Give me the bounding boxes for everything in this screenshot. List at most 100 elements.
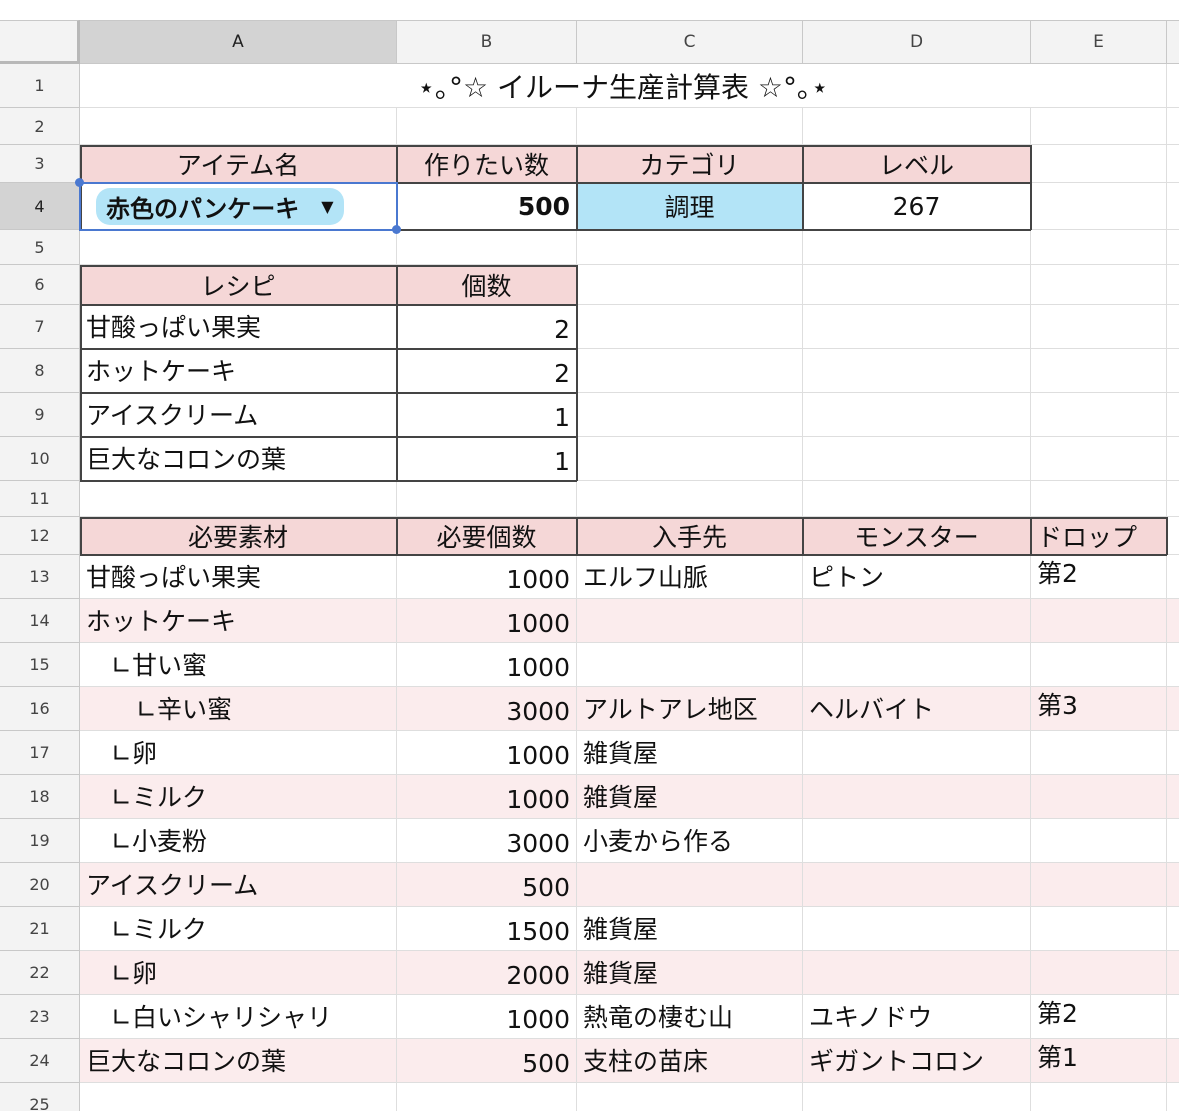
- empty-cell[interactable]: [1031, 145, 1167, 183]
- recipe-count[interactable]: 1: [397, 393, 577, 437]
- empty-cell[interactable]: [1167, 687, 1179, 731]
- column-header-e[interactable]: E: [1031, 20, 1167, 64]
- material-name[interactable]: ∟甘い蜜: [80, 643, 397, 687]
- material-drop[interactable]: [1031, 951, 1167, 995]
- header-quantity[interactable]: 作りたい数: [397, 145, 577, 183]
- empty-cell[interactable]: [577, 349, 803, 393]
- empty-cell[interactable]: [1167, 265, 1179, 305]
- empty-cell[interactable]: [1031, 1083, 1167, 1111]
- level-value[interactable]: 267: [803, 183, 1031, 230]
- material-drop[interactable]: [1031, 775, 1167, 819]
- material-monster[interactable]: [803, 775, 1031, 819]
- material-monster[interactable]: [803, 731, 1031, 775]
- material-source[interactable]: [577, 599, 803, 643]
- row-header-20[interactable]: 20: [0, 863, 80, 907]
- material-source[interactable]: アルトアレ地区: [577, 687, 803, 731]
- empty-cell[interactable]: [1167, 775, 1179, 819]
- empty-cell[interactable]: [1031, 393, 1167, 437]
- empty-cell[interactable]: [80, 108, 397, 145]
- column-header-d[interactable]: D: [803, 20, 1031, 64]
- empty-cell[interactable]: [397, 481, 577, 517]
- material-name[interactable]: ∟卵: [80, 951, 397, 995]
- material-monster[interactable]: ギガントコロン: [803, 1039, 1031, 1083]
- empty-cell[interactable]: [1167, 819, 1179, 863]
- empty-cell[interactable]: [803, 481, 1031, 517]
- empty-cell[interactable]: [803, 265, 1031, 305]
- row-header-19[interactable]: 19: [0, 819, 80, 863]
- material-source[interactable]: 雑貨屋: [577, 775, 803, 819]
- empty-cell[interactable]: [803, 437, 1031, 481]
- empty-cell[interactable]: [1167, 995, 1179, 1039]
- row-header-18[interactable]: 18: [0, 775, 80, 819]
- empty-cell[interactable]: [803, 1083, 1031, 1111]
- empty-cell[interactable]: [577, 1083, 803, 1111]
- empty-cell[interactable]: [1167, 907, 1179, 951]
- row-header-22[interactable]: 22: [0, 951, 80, 995]
- target-quantity[interactable]: 500: [397, 183, 577, 230]
- material-drop[interactable]: [1031, 643, 1167, 687]
- material-source[interactable]: [577, 643, 803, 687]
- spreadsheet-grid[interactable]: A B C D E 1 2 3 4 5 6 7 8 9 10 11 12 13 14 15 16 17 18 19 20 21 22…: [0, 20, 1179, 1111]
- header-count[interactable]: 個数: [397, 265, 577, 305]
- material-drop[interactable]: [1031, 819, 1167, 863]
- row-header-2[interactable]: 2: [0, 108, 80, 145]
- material-monster[interactable]: [803, 951, 1031, 995]
- selection-handle-bottom-right[interactable]: [392, 225, 401, 234]
- material-qty[interactable]: 1000: [397, 995, 577, 1039]
- header-source[interactable]: 入手先: [577, 517, 803, 555]
- empty-cell[interactable]: [397, 108, 577, 145]
- empty-cell[interactable]: [397, 230, 577, 265]
- material-qty[interactable]: 1000: [397, 599, 577, 643]
- material-drop[interactable]: [1031, 731, 1167, 775]
- row-header-3[interactable]: 3: [0, 145, 80, 183]
- material-source[interactable]: 雑貨屋: [577, 907, 803, 951]
- row-header-23[interactable]: 23: [0, 995, 80, 1039]
- selection-handle-top-left[interactable]: [75, 178, 84, 187]
- empty-cell[interactable]: [1167, 863, 1179, 907]
- empty-cell[interactable]: [577, 481, 803, 517]
- empty-cell[interactable]: [1031, 305, 1167, 349]
- empty-cell[interactable]: [803, 108, 1031, 145]
- empty-cell[interactable]: [803, 305, 1031, 349]
- material-qty[interactable]: 1000: [397, 775, 577, 819]
- empty-cell[interactable]: [1167, 555, 1179, 599]
- row-header-9[interactable]: 9: [0, 393, 80, 437]
- select-all-corner[interactable]: [0, 20, 80, 64]
- material-monster[interactable]: [803, 819, 1031, 863]
- empty-cell[interactable]: [577, 305, 803, 349]
- recipe-count[interactable]: 2: [397, 305, 577, 349]
- material-qty[interactable]: 500: [397, 1039, 577, 1083]
- material-monster[interactable]: [803, 907, 1031, 951]
- material-name[interactable]: アイスクリーム: [80, 863, 397, 907]
- material-name[interactable]: ∟ミルク: [80, 775, 397, 819]
- empty-cell[interactable]: [80, 1083, 397, 1111]
- row-header-6[interactable]: 6: [0, 265, 80, 305]
- material-source[interactable]: エルフ山脈: [577, 555, 803, 599]
- empty-cell[interactable]: [1167, 349, 1179, 393]
- row-header-5[interactable]: 5: [0, 230, 80, 265]
- empty-cell[interactable]: [1031, 183, 1167, 230]
- row-header-13[interactable]: 13: [0, 555, 80, 599]
- row-header-21[interactable]: 21: [0, 907, 80, 951]
- row-header-25[interactable]: 25: [0, 1083, 80, 1111]
- recipe-name[interactable]: 甘酸っぱい果実: [80, 305, 397, 349]
- material-qty[interactable]: 500: [397, 863, 577, 907]
- material-drop[interactable]: [1031, 599, 1167, 643]
- sheet-title[interactable]: ⋆｡°☆ イルーナ生産計算表 ☆°｡⋆: [80, 64, 1167, 108]
- material-monster[interactable]: [803, 643, 1031, 687]
- empty-cell[interactable]: [1167, 393, 1179, 437]
- header-item-name[interactable]: アイテム名: [80, 145, 397, 183]
- row-header-11[interactable]: 11: [0, 481, 80, 517]
- material-source[interactable]: 支柱の苗床: [577, 1039, 803, 1083]
- material-monster[interactable]: ヘルバイト: [803, 687, 1031, 731]
- empty-cell[interactable]: [1031, 265, 1167, 305]
- material-drop[interactable]: 第2: [1031, 555, 1167, 599]
- empty-cell[interactable]: [577, 437, 803, 481]
- row-header-4[interactable]: 4: [0, 183, 80, 230]
- material-name[interactable]: 巨大なコロンの葉: [80, 1039, 397, 1083]
- row-header-7[interactable]: 7: [0, 305, 80, 349]
- material-drop[interactable]: [1031, 863, 1167, 907]
- empty-cell[interactable]: [1167, 305, 1179, 349]
- material-name[interactable]: ホットケーキ: [80, 599, 397, 643]
- empty-cell[interactable]: [80, 481, 397, 517]
